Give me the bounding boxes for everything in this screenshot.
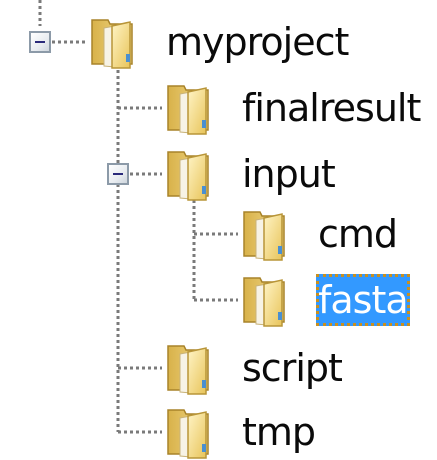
minus-icon [35, 41, 45, 43]
tree-node-label: cmd [318, 212, 398, 256]
collapse-toggle-myproject[interactable] [29, 31, 51, 53]
folder-icon [91, 19, 133, 69]
folder-icon [167, 345, 209, 395]
tree-node-label: finalresult [242, 86, 421, 130]
collapse-toggle-input[interactable] [107, 163, 129, 185]
folder-icon [167, 85, 209, 135]
tree-node-label: input [242, 152, 336, 196]
minus-icon [113, 173, 123, 175]
tree-node-label: script [242, 346, 343, 390]
folder-tree-view[interactable]: myproject finalresult input cmd fasta sc… [0, 0, 437, 460]
folder-icon [167, 151, 209, 201]
folder-icon [243, 211, 285, 261]
tree-node-label: tmp [242, 410, 316, 454]
folder-icon [167, 409, 209, 459]
tree-node-label: myproject [166, 20, 349, 64]
tree-node-label-selected: fasta [316, 274, 410, 326]
folder-icon [243, 277, 285, 327]
